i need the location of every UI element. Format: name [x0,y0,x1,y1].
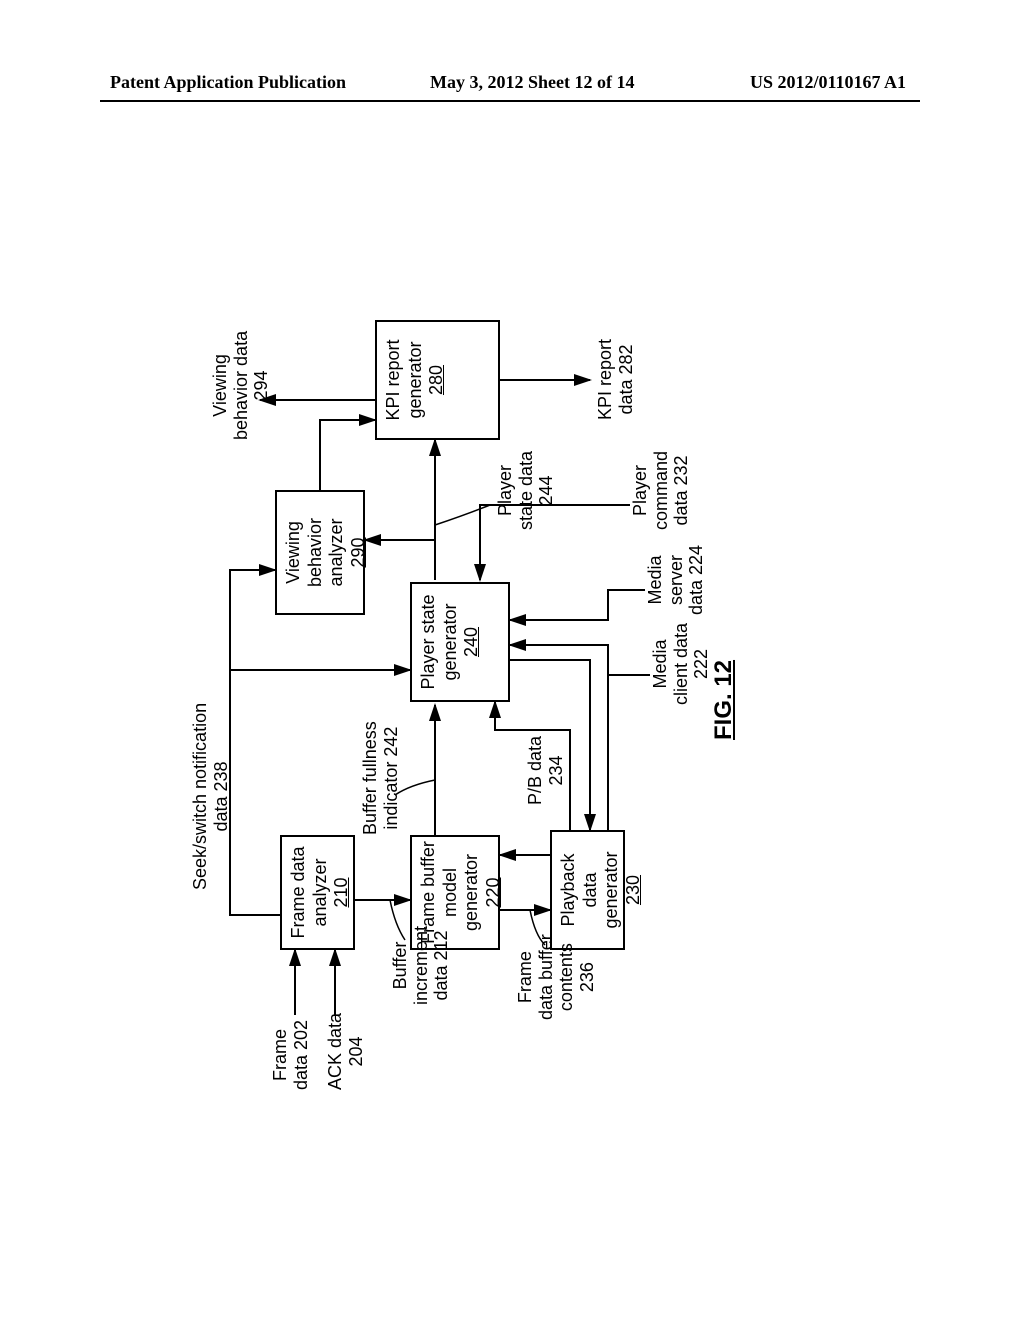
label-kpi-report-data: KPI reportdata 282 [595,339,636,420]
label-frame-data-buffer-contents: Framedata buffercontents236 [515,934,598,1020]
label-player-command-data: Playercommanddata 232 [630,451,692,530]
box-title: KPI reportgenerator [383,339,425,420]
label-pb-data: P/B data234 [525,736,566,805]
box-num: 240 [461,627,481,657]
label-frame-data: Framedata 202 [270,1020,311,1090]
box-title: Player stategenerator [418,594,460,689]
diagram: Frame dataanalyzer 210 Frame buffermodel… [200,260,780,1060]
diagram-rotated-wrap: Frame dataanalyzer 210 Frame buffermodel… [90,370,890,950]
label-media-client-data: Mediaclient data222 [650,623,712,705]
label-ack-data: ACK data204 [325,1013,366,1090]
figure-caption: FIG. 12 [710,660,738,740]
box-kpi-report-generator: KPI reportgenerator 280 [375,320,500,440]
box-frame-data-analyzer: Frame dataanalyzer 210 [280,835,355,950]
box-viewing-behavior-analyzer: Viewingbehavioranalyzer 290 [275,490,365,615]
box-num: 220 [483,877,503,907]
header-center: May 3, 2012 Sheet 12 of 14 [430,72,634,93]
box-num: 280 [426,365,446,395]
box-num: 290 [348,537,368,567]
box-playback-data-generator: Playback datagenerator 230 [550,830,625,950]
label-buffer-increment: Bufferincrementdata 212 [390,926,452,1005]
label-player-state-data: Playerstate data244 [495,451,557,530]
box-title: Frame dataanalyzer [288,846,330,938]
header-left: Patent Application Publication [110,72,346,93]
box-num: 210 [331,877,351,907]
box-title: Playback datagenerator [558,851,621,928]
box-title: Viewingbehavioranalyzer [283,518,346,587]
header-right: US 2012/0110167 A1 [750,72,906,93]
label-media-server-data: Mediaserverdata 224 [645,545,707,615]
box-player-state-generator: Player stategenerator 240 [410,582,510,702]
label-buffer-fullness: Buffer fullnessindicator 242 [360,721,401,835]
header-rule [100,100,920,102]
box-num: 230 [623,875,643,905]
label-seek-switch: Seek/switch notificationdata 238 [190,703,231,890]
label-viewing-behavior-data: Viewingbehavior data294 [210,331,272,440]
